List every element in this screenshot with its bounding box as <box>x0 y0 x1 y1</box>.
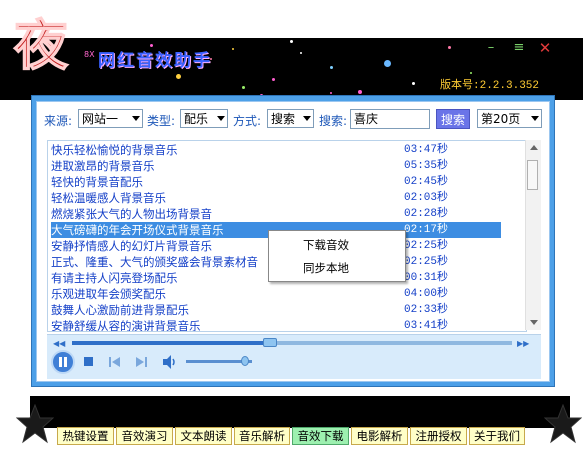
item-duration: 05:35秒 <box>404 160 449 172</box>
list-item[interactable]: 快乐轻松愉悦的背景音乐 03:47秒 <box>51 142 501 158</box>
type-select[interactable]: 配乐 <box>180 109 228 128</box>
scroll-down-icon[interactable] <box>530 320 538 325</box>
sparkle-dot <box>358 90 362 94</box>
item-title: 进取激昂的背景音乐 <box>51 159 155 173</box>
search-input[interactable]: 喜庆 <box>350 109 430 129</box>
tab-hotkey-settings[interactable]: 热键设置 <box>57 427 114 445</box>
context-menu: 下载音效 同步本地 <box>268 230 406 282</box>
item-duration: 03:41秒 <box>404 320 449 332</box>
item-title: 乐观进取年会颁奖配乐 <box>51 287 166 301</box>
volume-icon[interactable] <box>162 354 178 374</box>
list-item[interactable]: 轻快的背景音配乐 02:45秒 <box>51 174 501 190</box>
source-label: 来源: <box>44 114 73 128</box>
item-duration: 03:47秒 <box>404 144 449 156</box>
item-duration: 02:33秒 <box>404 304 449 316</box>
sparkle-dot <box>330 66 333 69</box>
sparkle-dot <box>384 60 391 67</box>
item-duration: 00:31秒 <box>404 272 449 284</box>
item-title: 轻快的背景音配乐 <box>51 175 143 189</box>
close-icon[interactable]: ✕ <box>536 40 554 56</box>
tab-register[interactable]: 注册授权 <box>410 427 467 445</box>
type-label: 类型: <box>147 114 176 128</box>
menu-item-sync-local[interactable]: 同步本地 <box>303 260 349 276</box>
sparkle-dot <box>272 78 275 81</box>
item-title: 安静舒缓从容的演讲背景音乐 <box>51 319 201 332</box>
item-duration: 02:45秒 <box>404 176 449 188</box>
scroll-up-icon[interactable] <box>530 145 538 150</box>
item-title: 快乐轻松愉悦的背景音乐 <box>51 143 178 157</box>
search-button[interactable]: 搜索 <box>436 109 470 129</box>
sparkle-dot <box>470 72 472 74</box>
item-duration: 02:17秒 <box>404 224 449 236</box>
tab-sound-download[interactable]: 音效下载 <box>292 427 349 445</box>
list-item[interactable]: 燃烧紧张大气的人物出场背景音 02:28秒 <box>51 206 501 222</box>
tab-music-parse[interactable]: 音乐解析 <box>234 427 290 445</box>
sparkle-dot <box>300 52 302 54</box>
pause-button[interactable] <box>51 350 75 374</box>
chevron-down-icon <box>531 116 539 121</box>
mode-label: 方式: <box>233 114 262 128</box>
mode-select-value: 搜索 <box>271 112 296 126</box>
app-subtitle: 8X <box>84 50 95 59</box>
type-select-value: 配乐 <box>184 112 209 126</box>
pause-icon <box>59 357 67 367</box>
progress-handle[interactable] <box>263 338 277 347</box>
rewind-icon[interactable]: ◀◀ <box>53 339 65 348</box>
version-label: 版本号:2.2.3.352 <box>440 80 540 92</box>
minimize-icon[interactable]: – <box>482 40 500 56</box>
list-item[interactable]: 进取激昂的背景音乐 05:35秒 <box>51 158 501 174</box>
search-label: 搜索: <box>319 114 348 128</box>
list-item[interactable]: 鼓舞人心激励前进背景配乐 02:33秒 <box>51 302 501 318</box>
scrollbar-thumb[interactable] <box>527 160 538 190</box>
next-icon[interactable] <box>134 354 148 373</box>
chevron-down-icon <box>217 116 225 121</box>
tab-movie-parse[interactable]: 电影解析 <box>351 427 408 445</box>
sparkle-dot <box>330 92 332 94</box>
menu-icon[interactable]: ≡ <box>510 40 528 56</box>
sparkle-dot <box>176 74 181 79</box>
app-logo: 夜 <box>12 4 76 78</box>
item-duration: 02:28秒 <box>404 208 449 220</box>
item-title: 轻松温暖感人背景音乐 <box>51 191 166 205</box>
chevron-down-icon <box>303 116 311 121</box>
sparkle-dot <box>412 82 415 85</box>
chevron-down-icon <box>132 116 140 121</box>
tab-about-us[interactable]: 关于我们 <box>469 427 525 445</box>
stop-icon[interactable] <box>84 357 93 366</box>
item-duration: 04:00秒 <box>404 288 449 300</box>
source-select-value: 网站一 <box>82 112 119 126</box>
star-icon <box>543 403 583 448</box>
bottom-decoration <box>30 396 570 428</box>
sparkle-dot <box>242 86 245 89</box>
app-title: 网红音效助手 <box>98 51 212 71</box>
item-duration: 02:25秒 <box>404 240 449 252</box>
svg-text:夜: 夜 <box>13 13 69 76</box>
item-duration: 02:03秒 <box>404 192 449 204</box>
previous-icon[interactable] <box>108 354 122 373</box>
list-item[interactable]: 安静舒缓从容的演讲背景音乐 03:41秒 <box>51 318 501 332</box>
tab-text-reading[interactable]: 文本朗读 <box>175 427 232 445</box>
item-title: 鼓舞人心激励前进背景配乐 <box>51 303 189 317</box>
fast-forward-icon[interactable]: ▶▶ <box>517 339 529 348</box>
item-title: 燃烧紧张大气的人物出场背景音 <box>51 207 212 221</box>
page-select-value: 第20页 <box>481 112 521 126</box>
mode-select[interactable]: 搜索 <box>267 109 314 128</box>
item-duration: 02:25秒 <box>404 256 449 268</box>
source-select[interactable]: 网站一 <box>78 109 143 128</box>
menu-item-download[interactable]: 下载音效 <box>303 237 349 253</box>
item-title: 大气磅礴的年会开场仪式背景音乐 <box>51 223 224 237</box>
tab-sound-practice[interactable]: 音效演习 <box>116 427 173 445</box>
list-item[interactable]: 乐观进取年会颁奖配乐 04:00秒 <box>51 286 501 302</box>
sparkle-dot <box>232 48 234 50</box>
sparkle-dot <box>290 40 293 43</box>
list-item[interactable]: 轻松温暖感人背景音乐 02:03秒 <box>51 190 501 206</box>
star-icon <box>15 403 55 448</box>
sparkle-dot <box>448 46 451 49</box>
item-title: 正式、隆重、大气的颁奖盛会背景素材音 <box>51 255 258 269</box>
page-select[interactable]: 第20页 <box>477 109 542 128</box>
progress-fill <box>72 341 270 345</box>
item-title: 安静抒情感人的幻灯片背景音乐 <box>51 239 212 253</box>
item-title: 有请主持人闪亮登场配乐 <box>51 271 178 285</box>
